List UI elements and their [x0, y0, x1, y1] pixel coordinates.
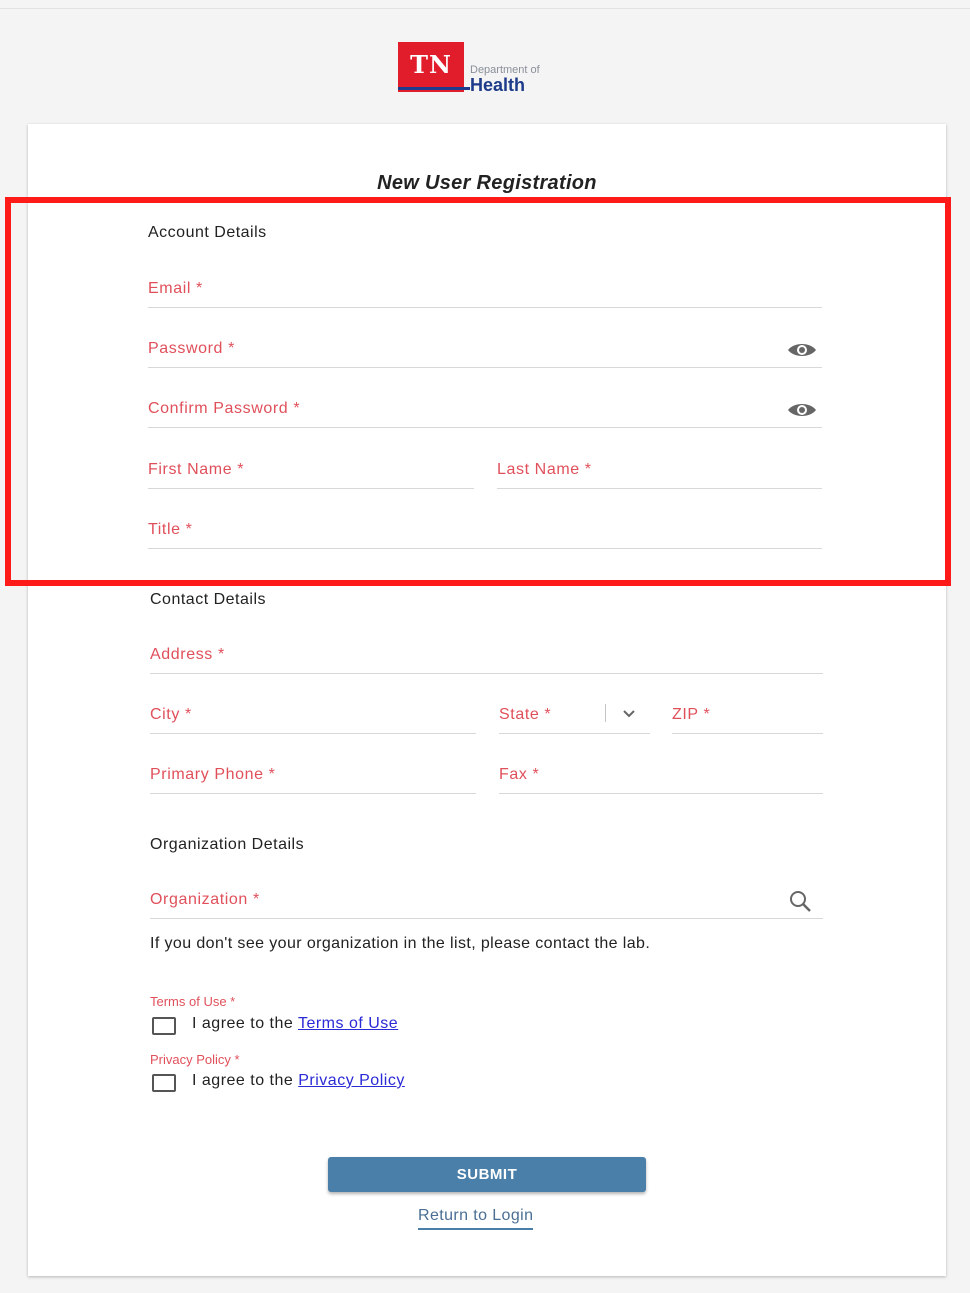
- last-name-field[interactable]: Last Name *: [497, 459, 822, 489]
- last-name-label: Last Name *: [497, 461, 592, 478]
- privacy-checkbox[interactable]: [152, 1074, 176, 1092]
- address-field[interactable]: Address *: [150, 644, 823, 674]
- terms-agree-prefix: I agree to the: [192, 1015, 298, 1032]
- fax-label: Fax *: [499, 766, 540, 783]
- organization-label: Organization *: [150, 891, 260, 908]
- submit-button[interactable]: SUBMIT: [328, 1157, 646, 1192]
- privacy-agree-prefix: I agree to the: [192, 1072, 299, 1089]
- title-field[interactable]: Title *: [148, 519, 822, 549]
- eye-icon[interactable]: [786, 398, 818, 422]
- city-label: City *: [150, 706, 192, 723]
- state-select[interactable]: State *: [499, 704, 650, 734]
- primary-phone-field[interactable]: Primary Phone *: [150, 764, 476, 794]
- fax-field[interactable]: Fax *: [499, 764, 823, 794]
- first-name-field[interactable]: First Name *: [148, 459, 474, 489]
- email-field[interactable]: Email *: [148, 278, 822, 308]
- zip-label: ZIP *: [672, 706, 711, 723]
- first-name-label: First Name *: [148, 461, 245, 478]
- logo-badge: TN: [398, 42, 464, 92]
- email-label: Email *: [148, 280, 203, 297]
- title-label: Title *: [148, 521, 193, 538]
- contact-details-heading: Contact Details: [150, 591, 266, 608]
- address-label: Address *: [150, 646, 225, 663]
- return-to-login-link[interactable]: Return to Login: [418, 1207, 534, 1230]
- eye-icon[interactable]: [786, 338, 818, 362]
- organization-field[interactable]: Organization *: [150, 889, 823, 919]
- account-details-heading: Account Details: [148, 224, 267, 241]
- confirm-password-label: Confirm Password *: [148, 400, 301, 417]
- terms-agree-text: I agree to the Terms of Use: [192, 1015, 398, 1033]
- state-label: State *: [499, 706, 552, 723]
- organization-details-heading: Organization Details: [150, 836, 305, 853]
- organization-help-text: If you don't see your organization in th…: [150, 935, 651, 952]
- select-divider: [605, 704, 606, 722]
- privacy-policy-label: Privacy Policy *: [150, 1052, 240, 1067]
- zip-field[interactable]: ZIP *: [672, 704, 823, 734]
- primary-phone-label: Primary Phone *: [150, 766, 276, 783]
- privacy-policy-link[interactable]: Privacy Policy: [298, 1072, 405, 1089]
- terms-checkbox[interactable]: [152, 1017, 176, 1035]
- city-field[interactable]: City *: [150, 704, 476, 734]
- password-label: Password *: [148, 340, 235, 357]
- page-title: New User Registration: [377, 172, 597, 194]
- logo-health-text: Health: [470, 75, 526, 95]
- terms-of-use-label: Terms of Use *: [150, 994, 236, 1009]
- chevron-down-icon[interactable]: [621, 706, 637, 720]
- password-field[interactable]: Password *: [148, 338, 822, 368]
- privacy-agree-text: I agree to the Privacy Policy: [192, 1072, 405, 1090]
- logo-stripe: [398, 87, 464, 90]
- search-icon[interactable]: [785, 889, 817, 913]
- terms-of-use-link[interactable]: Terms of Use: [298, 1015, 398, 1032]
- confirm-password-field[interactable]: Confirm Password *: [148, 398, 822, 428]
- top-divider: [0, 8, 970, 9]
